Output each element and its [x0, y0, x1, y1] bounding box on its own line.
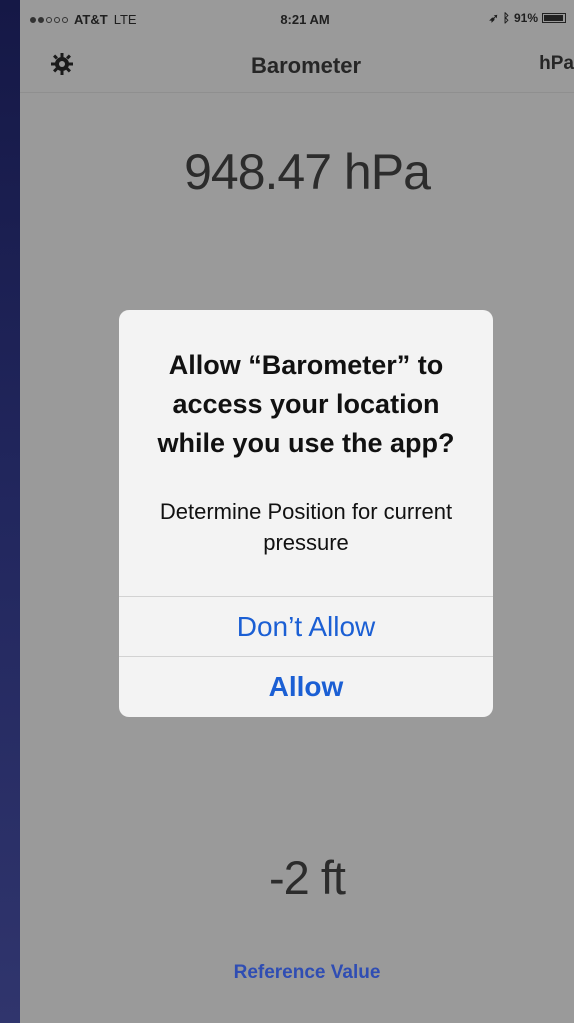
- nav-bar: Barometer hPa: [20, 40, 574, 93]
- allow-button[interactable]: Allow: [119, 657, 493, 716]
- dialog-message: Determine Position for current pressure: [159, 499, 453, 555]
- bluetooth-icon: ᛒ: [502, 11, 510, 25]
- phone-screen: AT&T LTE 8:21 AM ➶ ᛒ 91% Barometer hPa 9…: [20, 0, 574, 1023]
- status-bar: AT&T LTE 8:21 AM ➶ ᛒ 91%: [20, 0, 574, 40]
- dialog-title: Allow “Barometer” to access your locatio…: [157, 350, 455, 458]
- status-left: AT&T LTE: [30, 12, 137, 27]
- signal-dot-4: [54, 16, 60, 23]
- location-arrow-icon: ➶: [488, 11, 499, 25]
- location-permission-dialog: Allow “Barometer” to access your locatio…: [119, 310, 493, 717]
- signal-icon: [30, 16, 68, 23]
- status-time: 8:21 AM: [280, 12, 330, 27]
- status-right: ➶ ᛒ 91%: [489, 11, 566, 25]
- signal-dot-3: [46, 16, 52, 23]
- signal-dot-1: [30, 16, 36, 23]
- signal-dot-5: [62, 16, 68, 23]
- gear-icon[interactable]: [50, 52, 74, 76]
- altitude-reading: -2 ft: [269, 851, 346, 904]
- pressure-reading: 948.47 hPa: [184, 144, 431, 200]
- battery-icon: [542, 13, 566, 23]
- unit-button[interactable]: hPa: [539, 53, 574, 75]
- dont-allow-button[interactable]: Don’t Allow: [119, 597, 493, 656]
- page-title: Barometer: [250, 53, 362, 78]
- battery-label: 91%: [513, 11, 538, 25]
- reference-value-link[interactable]: Reference Value: [20, 962, 574, 984]
- network-label: LTE: [113, 12, 137, 27]
- carrier-label: AT&T: [74, 12, 108, 27]
- signal-dot-2: [38, 16, 44, 23]
- background-strip: [0, 0, 20, 1023]
